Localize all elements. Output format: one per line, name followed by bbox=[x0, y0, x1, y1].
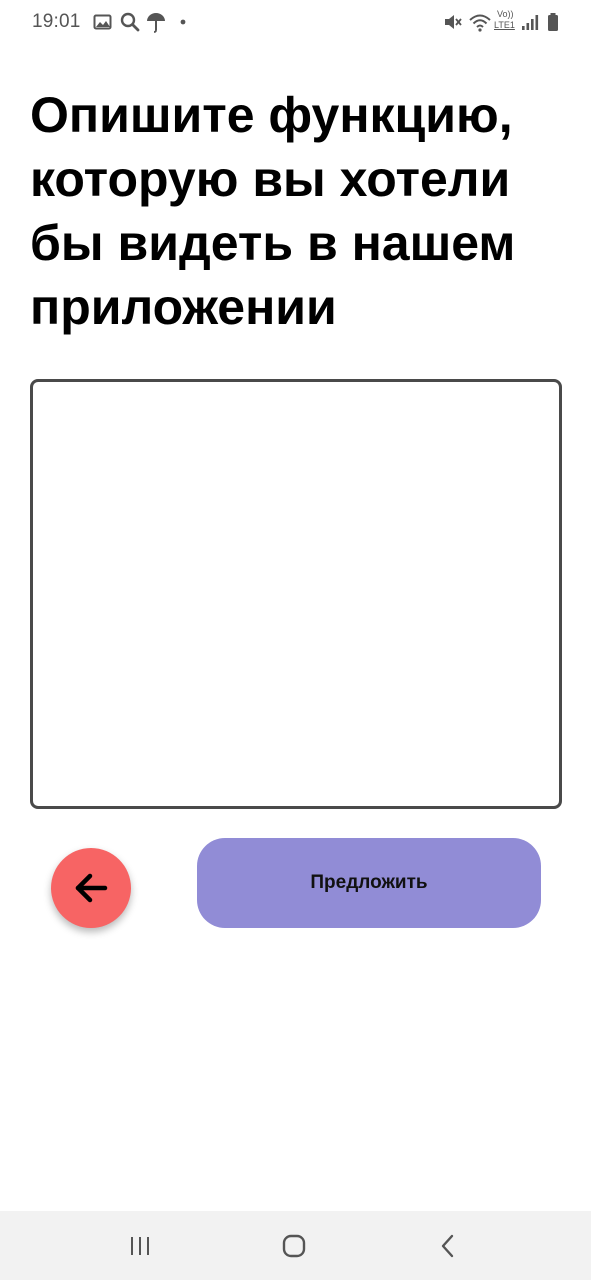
suggest-button-label: Предложить bbox=[310, 872, 428, 893]
wifi-icon bbox=[468, 11, 492, 33]
volte-label: Vo)) bbox=[497, 9, 514, 19]
gallery-icon bbox=[93, 11, 112, 33]
signal-icon bbox=[521, 11, 539, 33]
back-button[interactable] bbox=[51, 848, 131, 928]
home-button[interactable] bbox=[254, 1211, 334, 1280]
nav-back-button[interactable] bbox=[408, 1211, 488, 1280]
dot-icon bbox=[179, 11, 187, 33]
page-title: Опишите функцию, которую вы хотели бы ви… bbox=[30, 87, 516, 335]
back-icon bbox=[441, 1234, 454, 1257]
status-bar: 19:01 Vo)) LTE1 bbox=[0, 0, 591, 46]
mute-icon bbox=[443, 11, 463, 33]
volte-lte-icon: Vo)) LTE1 bbox=[494, 9, 520, 35]
feature-description-input[interactable] bbox=[30, 379, 562, 809]
lte-label: LTE1 bbox=[494, 20, 515, 30]
navigation-bar bbox=[0, 1211, 591, 1280]
recent-apps-button[interactable] bbox=[100, 1211, 180, 1280]
status-time: 19:01 bbox=[32, 11, 81, 32]
search-icon bbox=[120, 11, 140, 33]
arrow-left-icon bbox=[75, 873, 108, 903]
umbrella-icon bbox=[146, 11, 166, 33]
suggest-button[interactable]: Предложить bbox=[197, 838, 541, 928]
home-icon bbox=[282, 1234, 306, 1257]
battery-icon bbox=[546, 11, 560, 33]
recent-apps-icon bbox=[131, 1236, 149, 1255]
